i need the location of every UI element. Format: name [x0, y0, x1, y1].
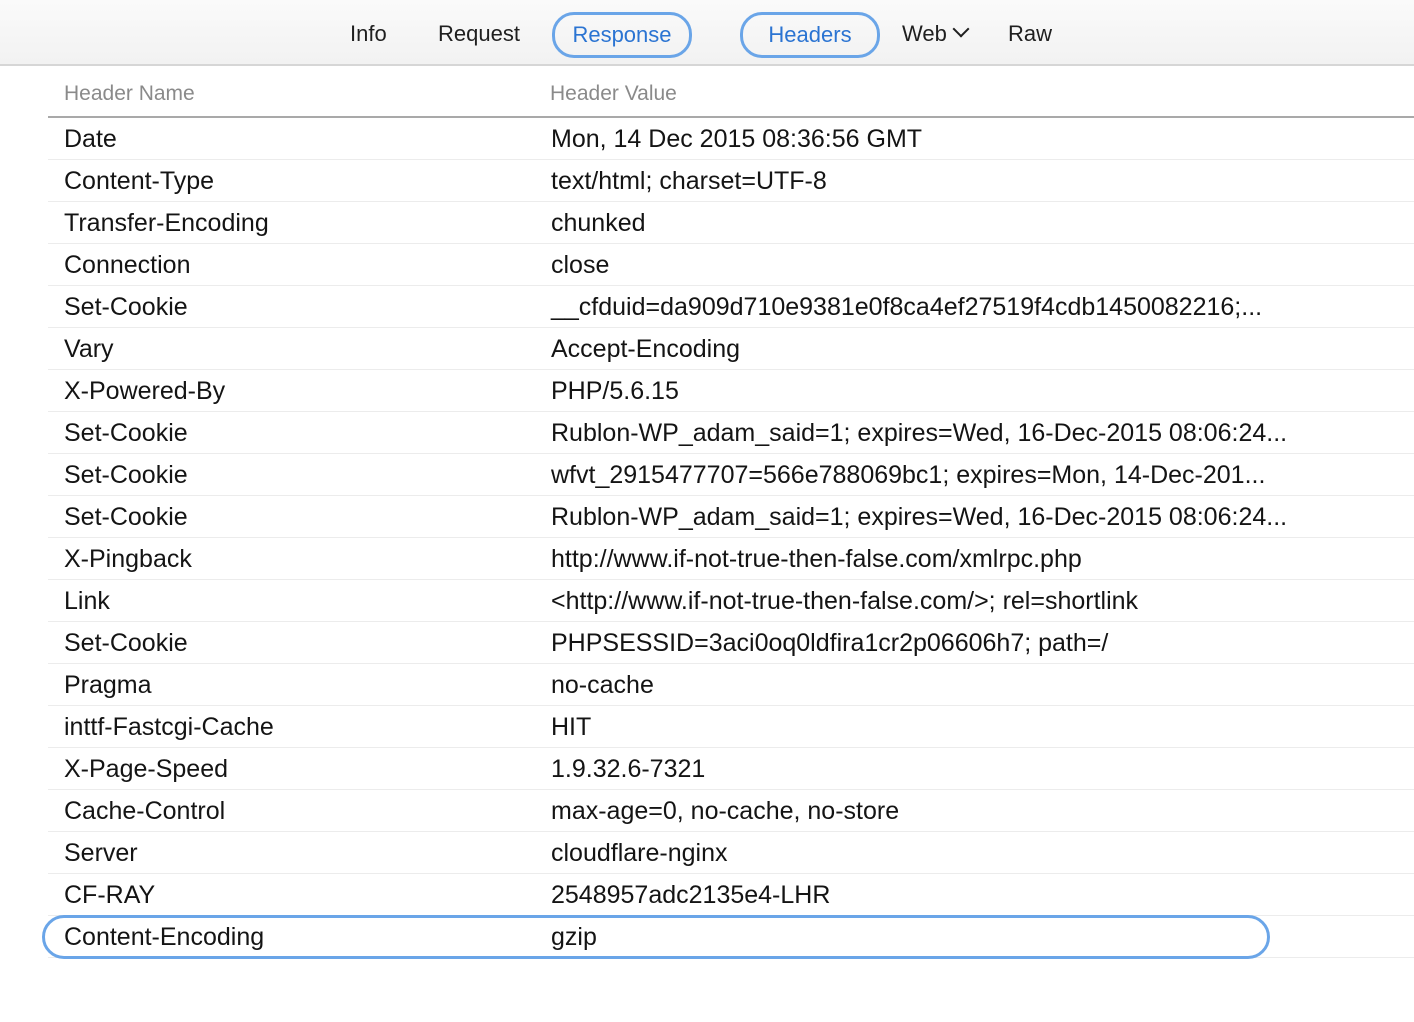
header-value-cell: HIT [551, 713, 592, 741]
table-row[interactable]: X-Pingback http://www.if-not-true-then-fa… [48, 538, 1414, 580]
header-name-cell: Server [64, 839, 138, 867]
header-value-cell: 1.9.32.6-7321 [551, 755, 706, 783]
table-row[interactable]: Set-Cookie wfvt_2915477707=566e788069bc1;… [48, 454, 1414, 496]
header-name-cell: Cache-Control [64, 797, 226, 825]
tab-web-label: Web [902, 21, 947, 46]
tab-raw[interactable]: Raw [1008, 14, 1052, 54]
table-row[interactable]: Set-Cookie __cfduid=da909d710e9381e0f8ca4… [48, 286, 1414, 328]
table-row[interactable]: X-Powered-By PHP/5.6.15 [48, 370, 1414, 412]
header-value-cell: cloudflare-nginx [551, 839, 728, 867]
table-row[interactable]: Server cloudflare-nginx [48, 832, 1414, 874]
header-name-cell: X-Page-Speed [64, 755, 229, 783]
header-name-cell: Content-Type [64, 167, 215, 195]
header-value-cell: PHP/5.6.15 [551, 377, 679, 405]
header-value-cell: max-age=0, no-cache, no-store [551, 797, 900, 825]
table-row[interactable]: Set-Cookie PHPSESSID=3aci0oq0ldfira1cr2p0… [48, 622, 1414, 664]
table-row[interactable]: Content-Encoding gzip [42, 915, 1414, 959]
header-value-cell: chunked [551, 209, 646, 237]
header-name-cell: Content-Encoding [64, 923, 265, 951]
header-value-cell: text/html; charset=UTF-8 [551, 167, 827, 195]
chevron-down-icon [952, 20, 970, 38]
header-name-cell: Transfer-Encoding [64, 209, 269, 237]
tab-bar: Info Request Response Headers Web Raw [0, 0, 1414, 66]
table-row[interactable]: Cache-Control max-age=0, no-cache, no-sto… [48, 790, 1414, 832]
header-value-cell: Rublon-WP_adam_said=1; expires=Wed, 16-D… [551, 503, 1288, 531]
table-row[interactable]: Connection close [48, 244, 1414, 286]
table-row[interactable]: inttf-Fastcgi-Cache HIT [48, 706, 1414, 748]
header-name-cell: Set-Cookie [64, 293, 188, 321]
tab-web-dropdown[interactable]: Web [902, 14, 970, 54]
header-name-cell: Date [64, 125, 117, 153]
header-name-cell: Vary [64, 335, 114, 363]
table-row[interactable]: Pragma no-cache [48, 664, 1414, 706]
header-value-cell: <http://www.if-not-true-then-false.com/>… [551, 587, 1139, 615]
table-row[interactable]: CF-RAY 2548957adc2135e4-LHR [48, 874, 1414, 916]
header-value-cell: __cfduid=da909d710e9381e0f8ca4ef27519f4c… [551, 293, 1263, 321]
tab-response[interactable]: Response [552, 12, 692, 58]
column-header-value[interactable]: Header Value [550, 82, 677, 106]
header-value-cell: PHPSESSID=3aci0oq0ldfira1cr2p06606h7; pa… [551, 629, 1109, 657]
table-row[interactable]: X-Page-Speed 1.9.32.6-7321 [48, 748, 1414, 790]
table-row[interactable]: Set-Cookie Rublon-WP_adam_said=1; expires… [48, 496, 1414, 538]
table-row[interactable]: Link <http://www.if-not-true-then-false.c… [48, 580, 1414, 622]
header-name-cell: CF-RAY [64, 881, 156, 909]
header-value-cell: gzip [551, 923, 597, 951]
header-value-cell: 2548957adc2135e4-LHR [551, 881, 831, 909]
header-value-cell: wfvt_2915477707=566e788069bc1; expires=M… [551, 461, 1266, 489]
tab-request[interactable]: Request [438, 14, 520, 54]
column-header-name[interactable]: Header Name [64, 82, 195, 106]
header-name-cell: Set-Cookie [64, 503, 188, 531]
header-name-cell: inttf-Fastcgi-Cache [64, 713, 274, 741]
table-row[interactable]: Date Mon, 14 Dec 2015 08:36:56 GMT [48, 118, 1414, 160]
header-name-cell: Link [64, 587, 110, 615]
table-row[interactable]: Set-Cookie Rublon-WP_adam_said=1; expires… [48, 412, 1414, 454]
header-name-cell: Connection [64, 251, 191, 279]
header-name-cell: Set-Cookie [64, 419, 188, 447]
table-row[interactable]: Transfer-Encoding chunked [48, 202, 1414, 244]
header-value-cell: Mon, 14 Dec 2015 08:36:56 GMT [551, 125, 923, 153]
tab-headers[interactable]: Headers [740, 12, 880, 58]
header-value-cell: Accept-Encoding [551, 335, 741, 363]
tab-info[interactable]: Info [350, 14, 387, 54]
header-name-cell: Set-Cookie [64, 629, 188, 657]
table-row[interactable]: Vary Accept-Encoding [48, 328, 1414, 370]
header-name-cell: X-Powered-By [64, 377, 226, 405]
table-body: Date Mon, 14 Dec 2015 08:36:56 GMT Content… [42, 118, 1414, 959]
table-row[interactable]: Content-Type text/html; charset=UTF-8 [48, 160, 1414, 202]
header-value-cell: close [551, 251, 610, 279]
headers-table: Header Name Header Value Date Mon, 14 Dec… [42, 76, 1414, 959]
header-name-cell: Set-Cookie [64, 461, 188, 489]
header-value-cell: no-cache [551, 671, 654, 699]
header-value-cell: http://www.if-not-true-then-false.com/xm… [551, 545, 1082, 573]
header-name-cell: Pragma [64, 671, 152, 699]
header-name-cell: X-Pingback [64, 545, 192, 573]
table-header: Header Name Header Value [48, 76, 1414, 118]
header-value-cell: Rublon-WP_adam_said=1; expires=Wed, 16-D… [551, 419, 1288, 447]
